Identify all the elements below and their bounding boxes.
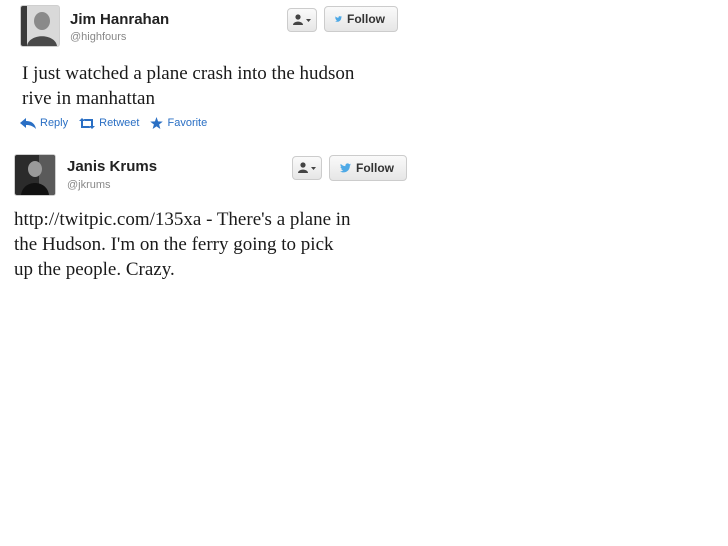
username-handle[interactable]: @jkrums <box>67 179 111 191</box>
display-name[interactable]: Janis Krums <box>67 158 157 175</box>
tweet-text: http://twitpic.com/135xa - There's a pla… <box>14 209 351 280</box>
retweet-label: Retweet <box>99 117 140 129</box>
follow-label: Follow <box>356 161 394 175</box>
avatar-photo <box>15 155 55 195</box>
follow-label: Follow <box>347 12 385 26</box>
display-name[interactable]: Jim Hanrahan <box>70 11 169 28</box>
avatar[interactable] <box>14 154 56 196</box>
twitter-bird-icon <box>335 16 342 22</box>
tweet-text: I just watched a plane crash into the hu… <box>22 63 355 109</box>
person-dropdown-icon <box>293 14 311 25</box>
reply-arrow-icon <box>20 117 36 129</box>
star-icon <box>150 117 164 129</box>
follow-button[interactable]: Follow <box>324 6 398 32</box>
avatar-photo <box>21 6 59 46</box>
user-actions-dropdown[interactable] <box>287 8 317 32</box>
tweet-actions: Reply Retweet Favorite <box>20 117 218 129</box>
username-handle[interactable]: @highfours <box>70 31 126 43</box>
reply-label: Reply <box>40 117 69 129</box>
retweet-action[interactable]: Retweet <box>79 117 139 129</box>
follow-button[interactable]: Follow <box>329 155 407 181</box>
favorite-action[interactable]: Favorite <box>150 117 207 129</box>
favorite-label: Favorite <box>167 117 208 129</box>
retweet-icon <box>79 117 96 129</box>
reply-action[interactable]: Reply <box>20 117 68 129</box>
twitter-bird-icon <box>340 163 351 173</box>
person-dropdown-icon <box>298 162 316 173</box>
user-actions-dropdown[interactable] <box>292 156 322 180</box>
avatar[interactable] <box>20 5 60 47</box>
